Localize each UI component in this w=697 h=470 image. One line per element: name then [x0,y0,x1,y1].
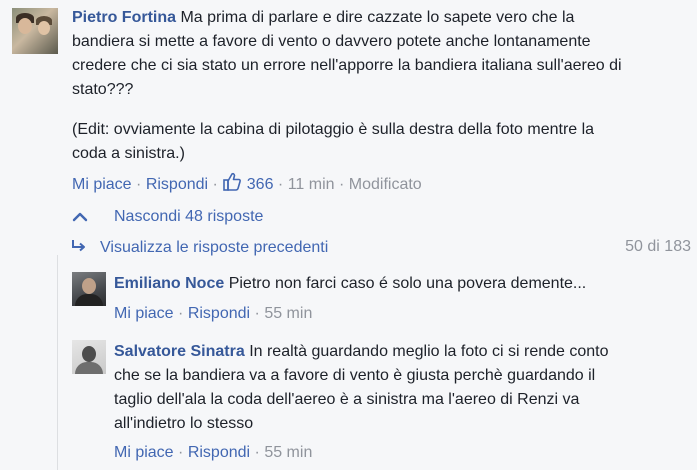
timestamp[interactable]: 55 min [264,444,312,461]
comment-text-line: stato??? [72,81,134,98]
like-button[interactable]: Mi piace [72,176,132,193]
replies-pager: 50 di 183 [625,238,691,255]
edit-line: (Edit: ovviamente la cabina di pilotaggi… [72,121,595,138]
top-comment-edit-note: (Edit: ovviamente la cabina di pilotaggi… [72,118,694,166]
top-comment-actions: Mi piace · Rispondi · 366 · 11 min · Mod… [72,172,422,194]
avatar-emiliano-noce[interactable] [72,272,106,306]
comment-text-line: taglio dell'ala la coda dell'aereo è a s… [114,391,580,408]
separator-dot: · [178,305,184,322]
like-count: 366 [246,176,274,193]
edited-label[interactable]: Modificato [349,176,422,193]
timestamp[interactable]: 11 min [288,176,335,193]
avatar-salvatore-sinatra[interactable] [72,340,106,374]
author-name-emiliano-noce[interactable]: Emiliano Noce [114,275,224,292]
reply-arrow-icon [72,240,85,252]
comment-text-line: bandiera si mette a favore di vento o da… [72,33,591,50]
view-previous-label: Visualizza le risposte precedenti [100,239,329,256]
separator-dot: · [277,176,284,193]
comment-text-line: credere che ci sia stato un errore nell'… [72,57,622,74]
like-button[interactable]: Mi piace [114,305,174,322]
separator-dot: · [212,176,218,193]
author-name-salvatore-sinatra[interactable]: Salvatore Sinatra [114,343,245,360]
view-previous-replies-button[interactable]: Visualizza le risposte precedenti [70,238,328,257]
timestamp[interactable]: 55 min [264,305,312,322]
reply-actions: Mi piace · Rispondi · 55 min [114,305,312,323]
separator-dot: · [254,444,260,461]
separator-dot: · [339,176,345,193]
hide-replies-button[interactable]: Nascondi 48 risposte [72,208,263,226]
top-comment-line-1: Pietro Fortina Ma prima di parlare e dir… [72,6,694,30]
comment-text-line: che se la bandiera va a favore di vento … [114,367,596,384]
reply-button[interactable]: Rispondi [188,305,250,322]
like-count-button[interactable]: 366 [222,172,278,193]
author-name-pietro-fortina[interactable]: Pietro Fortina [72,9,176,26]
comment-text-line: Pietro non farci caso é solo una povera … [228,275,587,292]
reply-line-1: Salvatore Sinatra In realtà guardando me… [114,340,694,364]
like-button[interactable]: Mi piace [114,444,174,461]
separator-dot: · [178,444,184,461]
comment-text-line: In realtà guardando meglio la foto ci si… [249,343,609,360]
reply-actions: Mi piace · Rispondi · 55 min [114,444,312,462]
hide-replies-label: Nascondi 48 risposte [114,208,264,225]
top-comment-body: Pietro Fortina Ma prima di parlare e dir… [72,6,694,102]
reply-body: Salvatore Sinatra In realtà guardando me… [114,340,694,436]
comment-text-line: all'indietro lo stesso [114,415,254,432]
thumbs-up-icon [223,172,242,191]
separator-dot: · [254,305,260,322]
edit-line: coda a sinistra.) [72,145,185,162]
comment-text-line: Ma prima di parlare e dire cazzate lo sa… [180,9,575,26]
reply-button[interactable]: Rispondi [188,444,250,461]
reply-button[interactable]: Rispondi [146,176,208,193]
reply-body: Emiliano Noce Pietro non farci caso é so… [114,272,694,296]
thread-line [57,255,58,470]
separator-dot: · [136,176,142,193]
avatar-pietro-fortina[interactable] [12,8,58,54]
chevron-up-icon [72,212,88,221]
